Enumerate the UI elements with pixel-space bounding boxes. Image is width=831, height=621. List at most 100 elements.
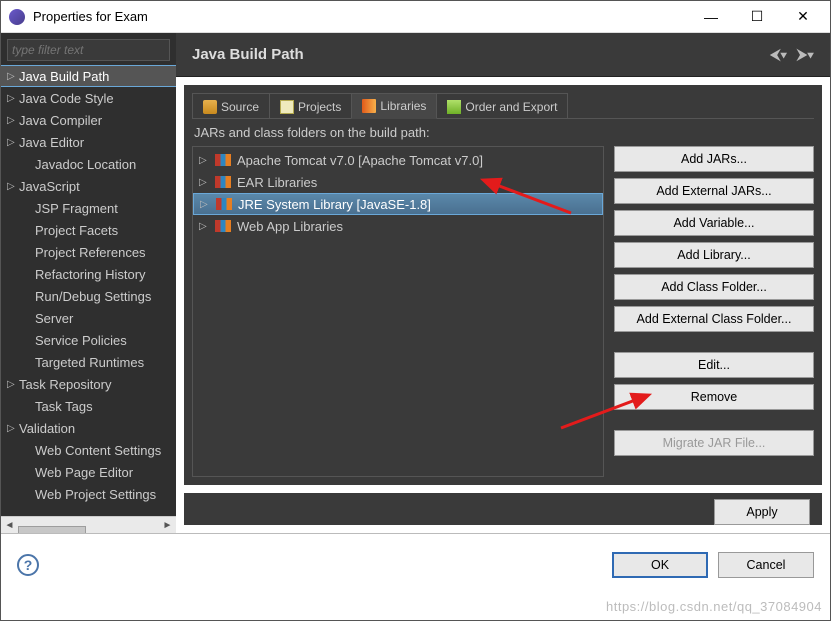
tab-label: Libraries [380,99,426,113]
filter-input[interactable] [7,39,170,61]
add-external-class-folder-button[interactable]: Add External Class Folder... [614,306,814,332]
order-icon [447,100,461,114]
library-item[interactable]: ▷ JRE System Library [JavaSE-1.8] [193,193,603,215]
sidebar-item-java-editor[interactable]: ▷Java Editor [1,131,176,153]
sidebar-item-jsp-fragment[interactable]: JSP Fragment [1,197,176,219]
library-label: Web App Libraries [237,219,343,234]
library-label: EAR Libraries [237,175,317,190]
expand-arrow-icon: ▷ [199,155,209,166]
tab-libraries[interactable]: Libraries [351,93,437,119]
sidebar-item-label: Java Build Path [19,69,109,84]
maximize-button[interactable]: ☐ [734,2,780,32]
library-item[interactable]: ▷ EAR Libraries [193,171,603,193]
sidebar-item-project-facets[interactable]: Project Facets [1,219,176,241]
add-jars-button[interactable]: Add JARs... [614,146,814,172]
library-buttons: Add JARs... Add External JARs... Add Var… [614,146,814,477]
sidebar-item-label: Project Facets [35,223,118,238]
window-title: Properties for Exam [33,9,688,24]
add-variable-button[interactable]: Add Variable... [614,210,814,236]
tab-label: Projects [298,100,341,114]
sidebar-item-javascript[interactable]: ▷JavaScript [1,175,176,197]
sidebar: ▷Java Build Path▷Java Code Style▷Java Co… [1,33,176,533]
expand-arrow-icon: ▷ [200,199,210,210]
scroll-left-icon[interactable]: ◄ [1,517,18,534]
tab-order-and-export[interactable]: Order and Export [436,93,568,119]
sidebar-item-label: Javadoc Location [35,157,136,172]
sidebar-item-label: Web Page Editor [35,465,133,480]
eclipse-icon [9,9,25,25]
library-item[interactable]: ▷ Web App Libraries [193,215,603,237]
apply-button[interactable]: Apply [714,499,810,525]
expand-arrow-icon: ▷ [199,177,209,188]
library-item[interactable]: ▷ Apache Tomcat v7.0 [Apache Tomcat v7.0] [193,149,603,171]
close-button[interactable]: ✕ [780,2,826,32]
sidebar-item-java-code-style[interactable]: ▷Java Code Style [1,87,176,109]
library-icon [215,220,231,232]
sidebar-item-label: Service Policies [35,333,127,348]
sidebar-item-label: Refactoring History [35,267,146,282]
sidebar-item-label: Targeted Runtimes [35,355,144,370]
sidebar-item-server[interactable]: Server [1,307,176,329]
sidebar-item-label: Java Code Style [19,91,114,106]
sidebar-item-task-tags[interactable]: Task Tags [1,395,176,417]
sidebar-item-project-references[interactable]: Project References [1,241,176,263]
migrate-jar-button: Migrate JAR File... [614,430,814,456]
projects-icon [280,100,294,114]
titlebar: Properties for Exam — ☐ ✕ [1,1,830,33]
sidebar-h-scrollbar[interactable]: ◄ ► [1,516,176,533]
panel-header: Java Build Path ⮜▾ ⮞▾ [176,33,830,77]
add-library-button[interactable]: Add Library... [614,242,814,268]
apply-row: Apply [184,493,822,525]
expand-arrow-icon: ▷ [7,181,19,192]
sidebar-item-javadoc-location[interactable]: Javadoc Location [1,153,176,175]
sidebar-item-java-build-path[interactable]: ▷Java Build Path [1,65,176,87]
source-icon [203,100,217,114]
scroll-right-icon[interactable]: ► [159,517,176,534]
ok-button[interactable]: OK [612,552,708,578]
right-panel: Java Build Path ⮜▾ ⮞▾ Source Projects Libr… [176,33,830,533]
add-external-jars-button[interactable]: Add External JARs... [614,178,814,204]
edit-button[interactable]: Edit... [614,352,814,378]
sidebar-item-validation[interactable]: ▷Validation [1,417,176,439]
sidebar-item-service-policies[interactable]: Service Policies [1,329,176,351]
library-label: Apache Tomcat v7.0 [Apache Tomcat v7.0] [237,153,483,168]
expand-arrow-icon: ▷ [199,221,209,232]
sidebar-item-java-compiler[interactable]: ▷Java Compiler [1,109,176,131]
sidebar-item-web-project-settings[interactable]: Web Project Settings [1,483,176,505]
sidebar-item-web-page-editor[interactable]: Web Page Editor [1,461,176,483]
main-area: ▷Java Build Path▷Java Code Style▷Java Co… [1,33,830,533]
libraries-tree[interactable]: ▷ Apache Tomcat v7.0 [Apache Tomcat v7.0]… [192,146,604,477]
sidebar-item-label: Task Repository [19,377,111,392]
library-icon [216,198,232,210]
tab-label: Order and Export [465,100,557,114]
dialog-footer: ? OK Cancel [1,533,830,595]
add-class-folder-button[interactable]: Add Class Folder... [614,274,814,300]
sidebar-item-label: Run/Debug Settings [35,289,151,304]
remove-button[interactable]: Remove [614,384,814,410]
sidebar-item-label: Validation [19,421,75,436]
sidebar-item-web-content-settings[interactable]: Web Content Settings [1,439,176,461]
expand-arrow-icon: ▷ [7,423,19,434]
libraries-subhead: JARs and class folders on the build path… [192,119,814,146]
cancel-button[interactable]: Cancel [718,552,814,578]
sidebar-item-run-debug-settings[interactable]: Run/Debug Settings [1,285,176,307]
minimize-button[interactable]: — [688,2,734,32]
tab-source[interactable]: Source [192,93,270,119]
tab-label: Source [221,100,259,114]
sidebar-item-task-repository[interactable]: ▷Task Repository [1,373,176,395]
nav-back-icon[interactable]: ⮜▾ [770,46,787,63]
category-tree[interactable]: ▷Java Build Path▷Java Code Style▷Java Co… [1,65,176,516]
tab-bar: Source Projects Libraries Order and Export [192,93,814,119]
panel-body: SourceProjectsLibrariesOrder and Export … [184,85,822,485]
expand-arrow-icon: ▷ [7,115,19,126]
sidebar-item-label: Web Project Settings [35,487,156,502]
help-icon[interactable]: ? [17,554,39,576]
sidebar-item-label: Project References [35,245,146,260]
sidebar-item-label: JSP Fragment [35,201,118,216]
nav-forward-icon[interactable]: ⮞▾ [797,46,814,63]
tab-projects[interactable]: Projects [269,93,352,119]
library-label: JRE System Library [JavaSE-1.8] [238,197,431,212]
sidebar-item-refactoring-history[interactable]: Refactoring History [1,263,176,285]
sidebar-item-label: Java Compiler [19,113,102,128]
sidebar-item-targeted-runtimes[interactable]: Targeted Runtimes [1,351,176,373]
